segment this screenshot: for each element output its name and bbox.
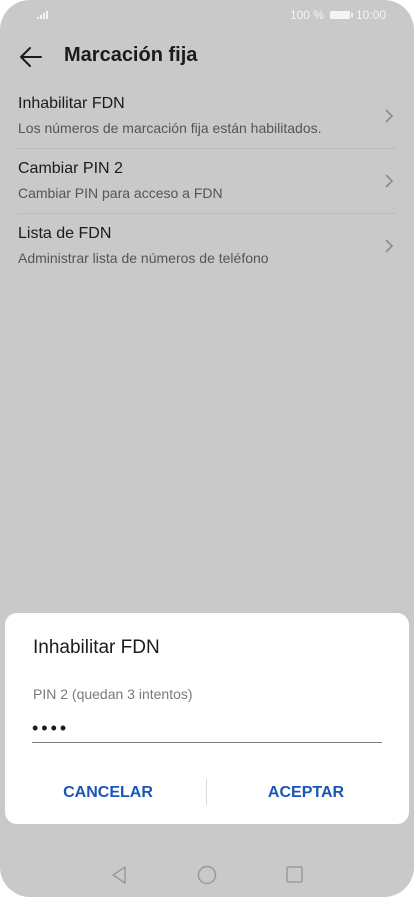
nav-recents-icon[interactable] [286, 866, 303, 883]
chevron-right-icon [385, 239, 394, 253]
item-subtitle: Los números de marcación fija están habi… [18, 120, 322, 136]
item-title: Cambiar PIN 2 [18, 160, 123, 177]
status-bar: 100 % 10:00 [0, 0, 414, 30]
item-title: Inhabilitar FDN [18, 95, 125, 112]
nav-back-icon[interactable] [110, 865, 128, 885]
back-arrow-icon[interactable] [18, 44, 44, 70]
page-title: Marcación fija [64, 44, 198, 66]
item-subtitle: Administrar lista de números de teléfono [18, 250, 269, 266]
pin2-input[interactable] [32, 714, 382, 743]
pin-dialog: Inhabilitar FDN PIN 2 (quedan 3 intentos… [5, 613, 409, 824]
list-item-lista-fdn[interactable]: Lista de FDN Administrar lista de número… [18, 213, 396, 278]
settings-list: Inhabilitar FDN Los números de marcación… [0, 84, 414, 278]
signal-icon [37, 11, 48, 19]
app-bar: Marcación fija [0, 30, 414, 82]
phone-screen: 100 % 10:00 Marcación fija Inhabilitar F… [0, 0, 414, 897]
pin-field-label: PIN 2 (quedan 3 intentos) [33, 686, 193, 702]
chevron-right-icon [385, 109, 394, 123]
item-subtitle: Cambiar PIN para acceso a FDN [18, 185, 223, 201]
accept-button[interactable]: ACEPTAR [211, 773, 401, 813]
button-divider [206, 779, 207, 805]
navigation-bar [0, 855, 414, 895]
dialog-title: Inhabilitar FDN [33, 637, 160, 658]
list-item-cambiar-pin2[interactable]: Cambiar PIN 2 Cambiar PIN para acceso a … [18, 148, 396, 213]
chevron-right-icon [385, 174, 394, 188]
item-title: Lista de FDN [18, 225, 112, 242]
status-indicators: 100 % 10:00 [290, 8, 386, 22]
cancel-button[interactable]: CANCELAR [13, 773, 203, 813]
clock: 10:00 [355, 8, 386, 22]
battery-icon [329, 11, 353, 19]
battery-percent: 100 % [289, 8, 324, 22]
list-item-inhabilitar-fdn[interactable]: Inhabilitar FDN Los números de marcación… [18, 84, 396, 148]
nav-home-icon[interactable] [197, 865, 217, 885]
